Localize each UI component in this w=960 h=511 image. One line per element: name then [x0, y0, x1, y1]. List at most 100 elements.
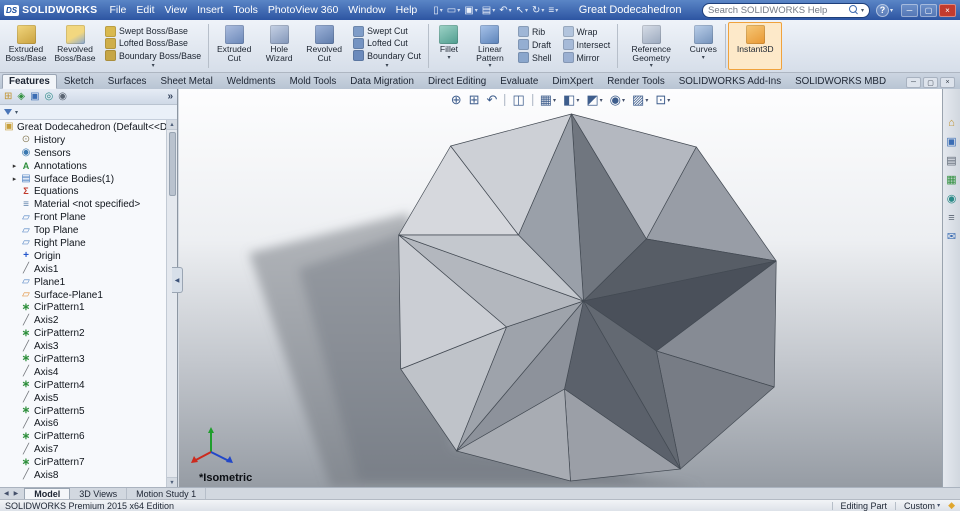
- tree-item[interactable]: ▸ CirPattern4: [3, 379, 164, 392]
- document-tab[interactable]: Motion Study 1: [127, 488, 207, 499]
- previous-view-button[interactable]: ↶: [487, 92, 498, 108]
- help-button[interactable]: ?: [875, 3, 889, 17]
- commandmanager-tab[interactable]: Evaluate: [493, 74, 545, 89]
- orientation-triad[interactable]: [189, 425, 235, 465]
- search-dropdown-icon[interactable]: ▾: [861, 7, 864, 14]
- save-button[interactable]: ▣ ▾: [464, 5, 477, 16]
- tree-scrollbar[interactable]: ▲ ▼: [166, 120, 177, 487]
- commandmanager-tab[interactable]: Weldments: [220, 74, 283, 89]
- resources-icon[interactable]: ⌂: [948, 117, 955, 129]
- dimxpertmanager-tab-icon[interactable]: ◎: [45, 90, 54, 104]
- custom-properties-icon[interactable]: ≡: [948, 212, 954, 224]
- curves-button[interactable]: Curves ▾: [683, 22, 723, 70]
- design-library-icon[interactable]: ▣: [946, 136, 956, 148]
- document-close-button[interactable]: ×: [940, 77, 955, 88]
- filter-input[interactable]: [21, 106, 173, 118]
- tree-item[interactable]: ▸ Annotations: [3, 160, 164, 173]
- great-dodecahedron-model[interactable]: [179, 89, 942, 487]
- commandmanager-tab[interactable]: Sheet Metal: [153, 74, 219, 89]
- tree-item[interactable]: ▸ Axis1: [3, 263, 164, 276]
- open-document-button[interactable]: ▭ ▾: [447, 5, 460, 16]
- intersect-button[interactable]: Intersect: [561, 38, 613, 51]
- swept-cut-button[interactable]: Swept Cut: [351, 25, 423, 37]
- filter-dropdown-icon[interactable]: ▾: [15, 109, 18, 116]
- search-box[interactable]: ▾: [701, 2, 870, 18]
- tree-item[interactable]: ▸ Axis7: [3, 443, 164, 456]
- tree-item[interactable]: ▸ CirPattern3: [3, 353, 164, 366]
- tab-next-button[interactable]: ▶: [12, 490, 21, 497]
- fillet-button[interactable]: Fillet ▾: [431, 22, 467, 70]
- commandmanager-tab[interactable]: Data Migration: [343, 74, 421, 89]
- minimize-button[interactable]: ─: [901, 3, 918, 17]
- tree-item[interactable]: ▸ Material <not specified>: [3, 198, 164, 211]
- linear-pattern-flyout-icon[interactable]: ▾: [488, 62, 491, 70]
- shell-button[interactable]: Shell: [516, 51, 554, 64]
- menu-item[interactable]: Window: [343, 3, 390, 17]
- commandmanager-tab[interactable]: Render Tools: [600, 74, 672, 89]
- tree-item[interactable]: ▸ Equations: [3, 185, 164, 198]
- tree-item[interactable]: ▸ CirPattern1: [3, 301, 164, 314]
- menu-item[interactable]: Edit: [131, 3, 159, 17]
- mirror-button[interactable]: Mirror: [561, 51, 613, 64]
- tree-item[interactable]: ▸ Axis5: [3, 392, 164, 405]
- revolved-boss-base-button[interactable]: Revolved Boss/Base: [51, 22, 99, 70]
- tree-item[interactable]: ▸ Origin: [3, 250, 164, 263]
- appearances-icon[interactable]: ◉: [947, 193, 957, 205]
- view-settings-button[interactable]: ⊡ ▾: [655, 92, 670, 108]
- menu-item[interactable]: Tools: [228, 3, 263, 17]
- document-restore-button[interactable]: ▢: [923, 77, 938, 88]
- tree-item[interactable]: ▸ Axis6: [3, 417, 164, 430]
- instant3d-button[interactable]: Instant3D: [728, 22, 783, 70]
- graphics-viewport[interactable]: ⊕ ⊞ ↶ ◫ ▦ ▾ ◧ ▾ ◩ ▾ ◉ ▾ ▨ ▾ ⊡ ▾ *Isometr…: [179, 89, 942, 487]
- hole-wizard-button[interactable]: Hole Wizard: [258, 22, 300, 70]
- hide-show-items-button[interactable]: ◩ ▾: [586, 92, 602, 108]
- lofted-boss-base-button[interactable]: Lofted Boss/Base: [103, 37, 203, 49]
- zoom-fit-button[interactable]: ⊕: [451, 92, 462, 108]
- reference-geometry-button[interactable]: Reference Geometry ▾: [620, 22, 682, 70]
- new-document-button[interactable]: ▯ ▾: [433, 5, 443, 16]
- select-button[interactable]: ↖ ▾: [516, 5, 528, 16]
- view-palette-icon[interactable]: ▦: [946, 174, 956, 186]
- tree-item[interactable]: ▸ History: [3, 134, 164, 147]
- tree-item[interactable]: ▸ Axis8: [3, 469, 164, 482]
- boundary-boss-base-button[interactable]: Boundary Boss/Base: [103, 50, 203, 62]
- linear-pattern-button[interactable]: Linear Pattern ▾: [468, 22, 512, 70]
- expand-arrow-icon[interactable]: ▸: [11, 162, 18, 170]
- rib-button[interactable]: Rib: [516, 25, 554, 38]
- status-gem-icon[interactable]: ◆: [948, 500, 955, 511]
- swept-boss-base-button[interactable]: Swept Boss/Base: [103, 25, 203, 37]
- tree-item[interactable]: ▸ Axis3: [3, 340, 164, 353]
- rebuild-button[interactable]: ↻ ▾: [532, 5, 544, 16]
- restore-button[interactable]: ▢: [920, 3, 937, 17]
- scroll-up-icon[interactable]: ▲: [167, 120, 177, 130]
- menu-item[interactable]: File: [104, 3, 131, 17]
- displaymanager-tab-icon[interactable]: ◉: [58, 90, 67, 104]
- zoom-area-button[interactable]: ⊞: [469, 92, 480, 108]
- tab-prev-button[interactable]: ◀: [2, 490, 11, 497]
- curves-flyout-icon[interactable]: ▾: [702, 54, 705, 62]
- options-button[interactable]: ≡ ▾: [548, 5, 558, 16]
- section-view-button[interactable]: ◫: [512, 92, 524, 108]
- tree-item[interactable]: ▸ Surface-Plane1: [3, 289, 164, 302]
- commandmanager-tab[interactable]: Direct Editing: [421, 74, 493, 89]
- reference-geometry-flyout-icon[interactable]: ▾: [650, 62, 653, 70]
- tree-item[interactable]: ▸ Top Plane: [3, 224, 164, 237]
- tree-item[interactable]: ▸ Sensors: [3, 147, 164, 160]
- edit-appearance-button[interactable]: ◉ ▾: [610, 92, 625, 108]
- undo-button[interactable]: ↶ ▾: [499, 5, 511, 16]
- display-style-button[interactable]: ◧ ▾: [563, 92, 579, 108]
- menu-item[interactable]: Help: [391, 3, 423, 17]
- document-minimize-button[interactable]: ─: [906, 77, 921, 88]
- search-icon[interactable]: [848, 5, 859, 15]
- tree-item[interactable]: ▸ CirPattern6: [3, 430, 164, 443]
- boss-flyout-icon[interactable]: ▾: [152, 62, 155, 70]
- tree-root-item[interactable]: Great Dodecahedron (Default<<Default: [3, 121, 177, 134]
- tree-item[interactable]: ▸ CirPattern5: [3, 405, 164, 418]
- wrap-button[interactable]: Wrap: [561, 25, 613, 38]
- forum-icon[interactable]: ✉: [947, 231, 956, 243]
- panel-collapse-button[interactable]: ◀: [172, 267, 183, 293]
- menu-item[interactable]: View: [159, 3, 192, 17]
- cut-flyout-icon[interactable]: ▾: [386, 62, 389, 70]
- tree-item[interactable]: ▸ CirPattern7: [3, 456, 164, 469]
- tree-item[interactable]: ▸ CirPattern2: [3, 327, 164, 340]
